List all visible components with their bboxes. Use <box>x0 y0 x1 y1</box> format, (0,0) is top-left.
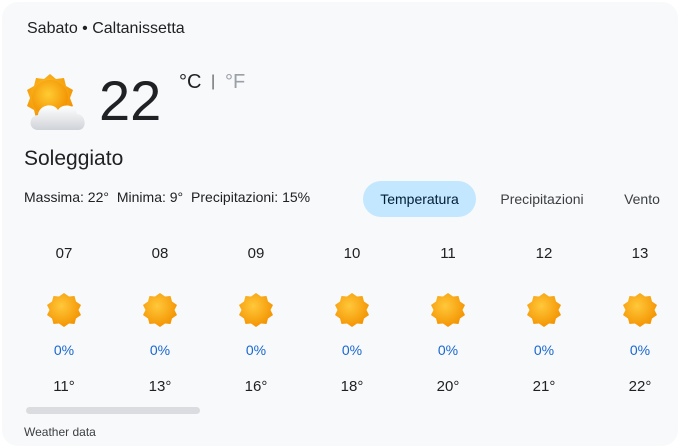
hour-temperature: 22° <box>628 378 652 395</box>
tab-temperature[interactable]: Temperatura <box>363 181 476 217</box>
current-condition: Soleggiato <box>24 147 124 170</box>
fahrenheit-unit-toggle[interactable]: °F <box>225 71 245 94</box>
hour-column: 12 0% 21° <box>496 242 592 398</box>
forecast-tabs: Temperatura Precipitazioni Vento <box>2 181 678 217</box>
hour-precipitation: 0% <box>149 342 171 358</box>
hour-time: 12 <box>535 245 553 262</box>
hour-column: 08 0% 13° <box>112 242 208 398</box>
hourly-forecast: 07 0% 11° 08 0% 13° 09 0% 16° 10 0% 18° … <box>16 242 678 402</box>
hour-temperature: 13° <box>148 378 172 395</box>
current-temperature: 22 <box>99 69 162 132</box>
hour-column: 09 0% 16° <box>208 242 304 398</box>
sun-icon <box>431 293 465 327</box>
hour-time: 07 <box>55 245 73 262</box>
hour-temperature: 16° <box>244 378 268 395</box>
weather-data-link[interactable]: Weather data <box>24 425 96 439</box>
hour-time: 11 <box>440 245 456 262</box>
celsius-unit-toggle[interactable]: °C <box>179 71 201 94</box>
hour-column: 10 0% 18° <box>304 242 400 398</box>
hour-temperature: 18° <box>340 378 364 395</box>
hour-temperature: 21° <box>532 378 556 395</box>
hour-time: 10 <box>343 245 361 262</box>
hour-temperature: 20° <box>436 378 460 395</box>
hour-temperature: 11° <box>53 378 75 395</box>
sun-icon <box>623 293 657 327</box>
hour-precipitation: 0% <box>437 342 459 358</box>
hour-precipitation: 0% <box>245 342 267 358</box>
sun-icon <box>143 293 177 327</box>
hour-column: 13 0% 22° <box>592 242 678 398</box>
unit-separator: | <box>211 73 216 90</box>
hour-time: 09 <box>247 245 265 262</box>
sun-icon <box>527 293 561 327</box>
hour-precipitation: 0% <box>341 342 363 358</box>
weather-card: Sabato • Caltanissetta 22 °C | °F Solegg… <box>2 2 678 446</box>
day-location-header: Sabato • Caltanissetta <box>27 20 185 37</box>
sun-icon <box>335 293 369 327</box>
hour-time: 08 <box>151 245 169 262</box>
hour-time: 13 <box>631 245 649 262</box>
tab-wind[interactable]: Vento <box>610 181 674 217</box>
hour-column: 07 0% 11° <box>16 242 112 398</box>
hour-precipitation: 0% <box>629 342 651 358</box>
tab-precipitation[interactable]: Precipitazioni <box>488 181 596 217</box>
hour-precipitation: 0% <box>533 342 555 358</box>
sun-icon <box>47 293 81 327</box>
hour-precipitation: 0% <box>53 342 75 358</box>
horizontal-scrollbar[interactable] <box>26 407 200 414</box>
partly-sunny-icon <box>27 74 85 130</box>
sun-icon <box>239 293 273 327</box>
hour-column: 11 0% 20° <box>400 242 496 398</box>
